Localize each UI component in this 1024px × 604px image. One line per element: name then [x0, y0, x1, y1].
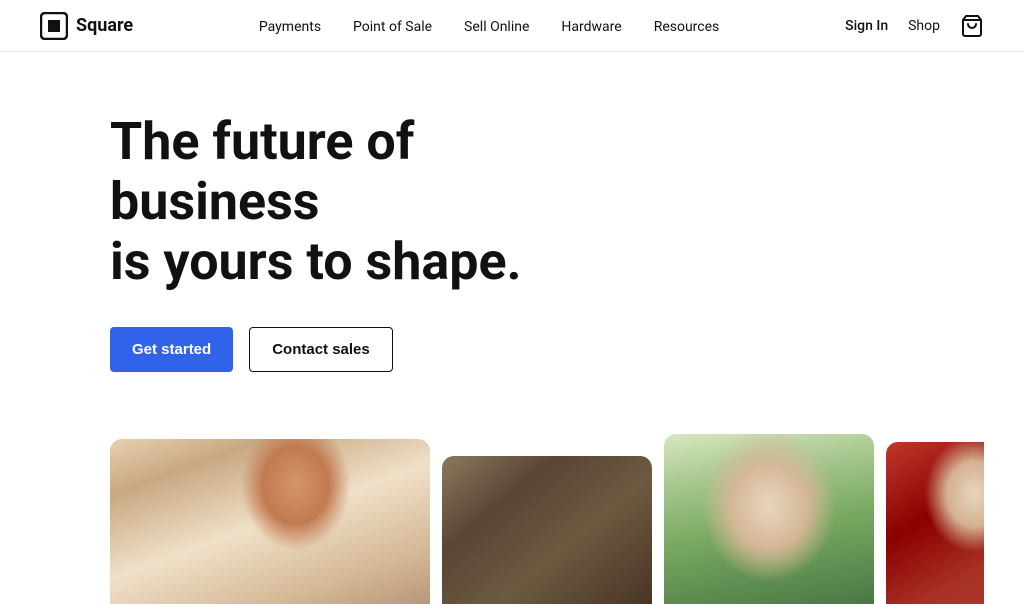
- square-logo-icon: [40, 12, 68, 40]
- shop-link[interactable]: Shop: [908, 18, 940, 34]
- nav-item-hardware: Hardware: [561, 16, 621, 35]
- hero-headline-line1: The future of business: [110, 111, 414, 232]
- shopping-cart-icon[interactable]: [960, 14, 984, 38]
- sign-in-link[interactable]: Sign In: [845, 18, 888, 34]
- nav-link-hardware[interactable]: Hardware: [561, 19, 621, 35]
- logo-link[interactable]: Square: [40, 12, 133, 40]
- hero-image-3: [664, 434, 874, 604]
- navigation: Square Payments Point of Sale Sell Onlin…: [0, 0, 1024, 52]
- nav-link-payments[interactable]: Payments: [259, 19, 321, 35]
- nav-right: Sign In Shop: [845, 14, 984, 38]
- nav-link-resources[interactable]: Resources: [654, 19, 720, 35]
- hero-image-row: [110, 424, 984, 604]
- contact-sales-button[interactable]: Contact sales: [249, 327, 393, 372]
- logo-text: Square: [76, 15, 133, 36]
- nav-item-pos: Point of Sale: [353, 16, 432, 35]
- hero-headline-line2: is yours to shape.: [110, 231, 522, 292]
- nav-item-resources: Resources: [654, 16, 720, 35]
- nav-link-sell-online[interactable]: Sell Online: [464, 19, 529, 35]
- hero-image-2: [442, 456, 652, 604]
- hero-image-4: [886, 442, 984, 604]
- nav-item-sell-online: Sell Online: [464, 16, 529, 35]
- hero-section: The future of business is yours to shape…: [0, 52, 1024, 604]
- nav-links: Payments Point of Sale Sell Online Hardw…: [259, 16, 719, 35]
- hero-image-1: [110, 439, 430, 604]
- hero-buttons: Get started Contact sales: [110, 327, 984, 372]
- nav-link-pos[interactable]: Point of Sale: [353, 19, 432, 35]
- get-started-button[interactable]: Get started: [110, 327, 233, 372]
- nav-item-payments: Payments: [259, 16, 321, 35]
- hero-headline: The future of business is yours to shape…: [110, 112, 630, 291]
